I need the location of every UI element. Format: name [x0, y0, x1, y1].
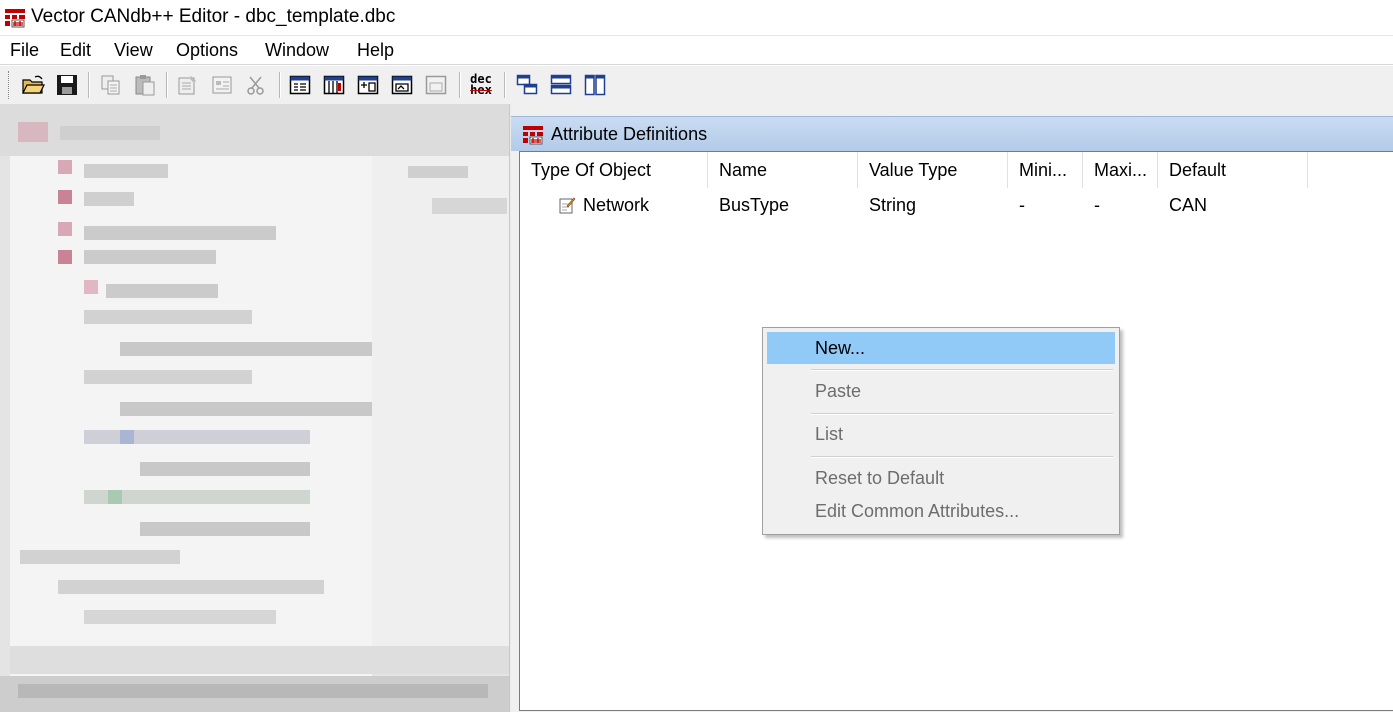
blurred-region [58, 222, 72, 236]
attribute-definitions-icon [523, 126, 543, 145]
menu-options[interactable]: Options [176, 39, 238, 61]
menu-bar: File Edit View Options Window Help [0, 36, 1393, 65]
title-bar: Vector CANdb++ Editor - dbc_template.dbc [0, 0, 1393, 36]
attribute-definitions-title: Attribute Definitions [551, 124, 708, 144]
copy-icon[interactable] [98, 72, 124, 98]
row-name: BusType [719, 195, 790, 215]
row-minimum: - [1019, 195, 1025, 215]
table-row[interactable]: Network BusType String - - CAN [520, 152, 1393, 222]
toolbar-separator [166, 72, 168, 98]
blurred-region [58, 160, 72, 174]
blurred-region [84, 192, 134, 206]
blurred-region [58, 580, 324, 594]
toolbar: dec hex [0, 65, 1393, 105]
blurred-region [120, 430, 134, 444]
blurred-region [140, 462, 310, 476]
attribute-definitions-titlebar[interactable]: Attribute Definitions [511, 116, 1393, 151]
blurred-region [60, 126, 160, 140]
properties-icon[interactable] [175, 72, 201, 98]
dec-hex-icon[interactable]: dec hex [468, 72, 494, 98]
blurred-region [106, 284, 218, 298]
toolbar-grip[interactable] [8, 71, 12, 99]
blurred-region [140, 522, 310, 536]
blurred-region [120, 402, 372, 416]
menu-separator [811, 413, 1113, 415]
blurred-region [84, 370, 252, 384]
blurred-region [18, 684, 488, 698]
blurred-region [18, 122, 48, 142]
blurred-region [432, 198, 507, 214]
blurred-region [10, 646, 509, 674]
blurred-region [372, 156, 509, 646]
row-type-of-object: Network [583, 195, 650, 215]
menu-separator [811, 456, 1113, 458]
blurred-region [84, 250, 216, 264]
view-signals-icon[interactable] [321, 72, 347, 98]
open-folder-icon[interactable] [20, 72, 46, 98]
details-icon[interactable] [209, 72, 235, 98]
save-icon[interactable] [54, 72, 80, 98]
toolbar-separator [459, 72, 461, 98]
blurred-region [58, 250, 72, 264]
toolbar-separator [88, 72, 90, 98]
view-messages-icon[interactable] [355, 72, 381, 98]
context-menu-edit-common-attributes[interactable]: Edit Common Attributes... [767, 495, 1115, 527]
menu-window[interactable]: Window [265, 39, 329, 61]
view-list-icon[interactable] [287, 72, 313, 98]
blurred-region [84, 610, 276, 624]
blurred-region [408, 166, 468, 178]
blurred-region [20, 550, 180, 564]
context-menu-reset-to-default[interactable]: Reset to Default [767, 462, 1115, 494]
blurred-region [84, 310, 252, 324]
blurred-region [108, 490, 122, 504]
cut-icon[interactable] [243, 72, 269, 98]
menu-help[interactable]: Help [357, 39, 394, 61]
cascade-icon[interactable] [514, 72, 540, 98]
blurred-region [120, 342, 372, 356]
toolbar-separator [504, 72, 506, 98]
row-default: CAN [1169, 195, 1208, 215]
hex-label: hex [470, 83, 492, 97]
context-menu-paste[interactable]: Paste [767, 375, 1115, 407]
tile-vertical-icon[interactable] [582, 72, 608, 98]
blurred-region [84, 280, 98, 294]
toolbar-separator [279, 72, 281, 98]
blurred-region [58, 190, 72, 204]
blurred-region [84, 226, 276, 240]
view-disabled-icon[interactable] [423, 72, 449, 98]
menu-edit[interactable]: Edit [60, 39, 91, 61]
window-title: Vector CANdb++ Editor - dbc_template.dbc [31, 6, 396, 27]
menu-file[interactable]: File [10, 39, 39, 61]
context-menu-list[interactable]: List [767, 418, 1115, 450]
paste-icon[interactable] [132, 72, 158, 98]
row-maximum: - [1094, 195, 1100, 215]
view-env-icon[interactable] [389, 72, 415, 98]
blurred-region [84, 430, 310, 444]
candb-app-icon [5, 9, 25, 28]
blurred-region [84, 164, 168, 178]
row-value-type: String [869, 195, 917, 215]
tile-horizontal-icon[interactable] [548, 72, 574, 98]
context-menu: New... Paste List Reset to Default Edit … [762, 327, 1120, 535]
overview-pane-obscured [0, 104, 509, 712]
menu-separator [811, 369, 1113, 371]
context-menu-new[interactable]: New... [767, 332, 1115, 364]
menu-view[interactable]: View [114, 39, 153, 61]
